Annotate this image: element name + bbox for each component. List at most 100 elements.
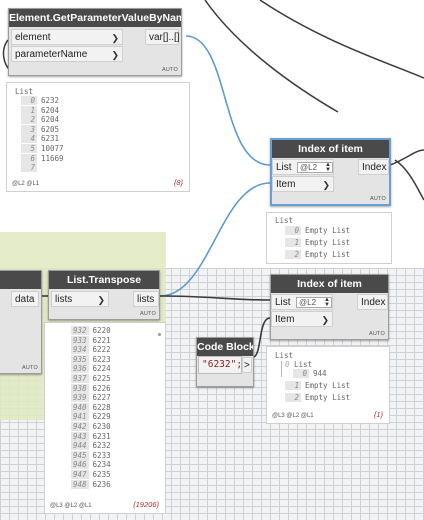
node-partial-left[interactable]: data AUTO bbox=[0, 270, 42, 374]
output-port-index[interactable]: Index bbox=[358, 159, 389, 175]
list-item: 934 6222 bbox=[71, 345, 111, 355]
list-item: 4 6231 bbox=[21, 134, 59, 144]
list-index: 1 bbox=[285, 238, 301, 247]
node-code-block[interactable]: Code Block "6232"; > bbox=[196, 337, 254, 387]
list-index: 942 bbox=[71, 422, 89, 431]
input-port-item[interactable]: Item ❯ bbox=[271, 311, 333, 327]
list-value: 6227 bbox=[92, 393, 111, 403]
list-item: 939 6227 bbox=[71, 393, 111, 403]
node-list-transpose[interactable]: List.Transpose lists ❯ lists AUTO bbox=[48, 270, 160, 320]
list-value: 6204 bbox=[41, 105, 60, 115]
list-value: 6204 bbox=[41, 115, 60, 125]
graph-canvas[interactable]: Element.GetParameterValueByName element … bbox=[0, 0, 424, 520]
preview-bubble-get-parameter[interactable]: List 0 6232 1 6204 2 6204 3 6205 4 6231 5 10077 6 116… bbox=[6, 82, 190, 192]
list-item: 5 10077 bbox=[21, 144, 64, 153]
list-item: 947 6235 bbox=[71, 470, 111, 479]
node-index-of-item-2[interactable]: Index of item List @L2 ▲ ▼ Item ❯ Index A… bbox=[270, 274, 389, 340]
list-item: 2 Empty List bbox=[285, 393, 350, 402]
list-item: 1 Empty List bbox=[285, 381, 350, 390]
list-value: 6229 bbox=[92, 412, 111, 422]
list-levels: @L2 @L1 bbox=[12, 181, 40, 187]
list-value: 6221 bbox=[92, 335, 111, 345]
spinner-icon: ▲ ▼ bbox=[325, 162, 331, 173]
item-count: {19206} bbox=[133, 500, 159, 509]
wire-index1-out bbox=[389, 149, 424, 166]
list-index: 2 bbox=[21, 115, 37, 125]
list-value: 11669 bbox=[41, 153, 64, 163]
list-value: 10077 bbox=[41, 144, 64, 153]
list-levels: @L3 @L2 @L1 bbox=[50, 503, 92, 509]
preview-bubble-index-of-item-1[interactable]: List 0 Empty List 1 Empty List 2 Empty List bbox=[266, 212, 392, 264]
input-port-parameter-name[interactable]: parameterName ❯ bbox=[11, 46, 123, 62]
code-editor[interactable]: "6232"; bbox=[198, 356, 242, 374]
auto-lacing-label: AUTO bbox=[369, 331, 385, 337]
node-get-parameter-value[interactable]: Element.GetParameterValueByName element … bbox=[8, 8, 182, 76]
list-value: 6233 bbox=[92, 450, 111, 460]
list-value: 6230 bbox=[92, 422, 111, 431]
node-title bbox=[0, 271, 41, 289]
list-item: 942 6230 bbox=[71, 422, 111, 431]
list-index: 2 bbox=[285, 393, 301, 402]
chevron-right-icon: ❯ bbox=[322, 180, 330, 190]
list-index: 4 bbox=[21, 134, 37, 144]
input-port-lists[interactable]: lists ❯ bbox=[51, 291, 109, 307]
list-index: 945 bbox=[71, 450, 89, 460]
list-item: 936 6224 bbox=[71, 364, 111, 374]
item-count: {1} bbox=[373, 410, 383, 419]
list-value: Empty List bbox=[305, 381, 351, 390]
list-item: 932 6220 bbox=[71, 326, 111, 335]
list-value: Empty List bbox=[305, 226, 351, 235]
node-title: Code Block bbox=[197, 338, 253, 356]
wire-top-1 bbox=[204, 0, 339, 113]
list-item: 943 6231 bbox=[71, 431, 111, 441]
list-index: 934 bbox=[71, 345, 89, 355]
node-title: Index of item bbox=[272, 140, 389, 158]
list-value: 6226 bbox=[92, 383, 111, 393]
node-index-of-item-1[interactable]: Index of item List @L2 ▲ ▼ Item ❯ Index A… bbox=[270, 138, 391, 206]
node-title: List.Transpose bbox=[49, 271, 159, 289]
list-item: 0 944 bbox=[293, 369, 327, 378]
wire-top-3 bbox=[394, 159, 424, 201]
scroll-indicator[interactable] bbox=[158, 333, 161, 336]
list-item: 935 6223 bbox=[71, 354, 111, 364]
lacing-selector[interactable]: @L2 ▲ ▼ bbox=[297, 162, 333, 173]
input-port-element[interactable]: element ❯ bbox=[11, 29, 123, 45]
output-port-lists[interactable]: lists bbox=[133, 291, 159, 307]
list-index: 941 bbox=[71, 412, 89, 422]
list-value: Empty List bbox=[305, 238, 351, 247]
list-value: 6223 bbox=[92, 354, 111, 364]
list-index: 940 bbox=[71, 402, 89, 412]
output-port-code[interactable]: > bbox=[242, 357, 252, 373]
list-value: 6228 bbox=[92, 402, 111, 412]
list-item: 2 Empty List bbox=[285, 250, 350, 259]
list-index: 946 bbox=[71, 460, 89, 470]
list-index: 948 bbox=[71, 479, 89, 489]
preview-bubble-index-of-item-2[interactable]: List 0 List 0 944 1 Empty List 2 Empty List @… bbox=[266, 346, 390, 424]
list-index: 938 bbox=[71, 383, 89, 393]
preview-header: List bbox=[15, 87, 34, 96]
list-levels: @L3 @L2 @L1 bbox=[272, 413, 314, 419]
chevron-right-icon: ❯ bbox=[111, 33, 119, 43]
list-value: 6225 bbox=[92, 374, 111, 383]
output-port-data[interactable]: data bbox=[11, 291, 39, 307]
input-port-item[interactable]: Item ❯ bbox=[272, 176, 334, 192]
list-item: 0 6232 bbox=[21, 96, 59, 105]
preview-bubble-list-transpose[interactable]: 932 6220 933 6221 934 6222 935 6223 936 6224 937 62… bbox=[44, 322, 166, 514]
output-port-var[interactable]: var[]..[] bbox=[145, 29, 180, 45]
list-index: 7 bbox=[21, 163, 37, 173]
list-item: 938 6226 bbox=[71, 383, 111, 393]
list-value: 6235 bbox=[92, 470, 111, 479]
list-index: 0 bbox=[21, 96, 37, 105]
list-item: 944 6232 bbox=[71, 441, 111, 451]
list-value: 6232 bbox=[92, 441, 111, 451]
list-value: 6236 bbox=[92, 479, 111, 489]
auto-lacing-label: AUTO bbox=[162, 67, 178, 73]
list-item: 3 6205 bbox=[21, 124, 59, 134]
list-item: 0 Empty List bbox=[285, 226, 350, 235]
list-item: 948 6236 bbox=[71, 479, 111, 489]
tree-line bbox=[281, 361, 282, 377]
lacing-selector[interactable]: @L2 ▲ ▼ bbox=[296, 297, 332, 308]
list-item: 1 6204 bbox=[21, 105, 60, 115]
list-item: 937 6225 bbox=[71, 374, 111, 383]
output-port-index[interactable]: Index bbox=[357, 294, 388, 310]
